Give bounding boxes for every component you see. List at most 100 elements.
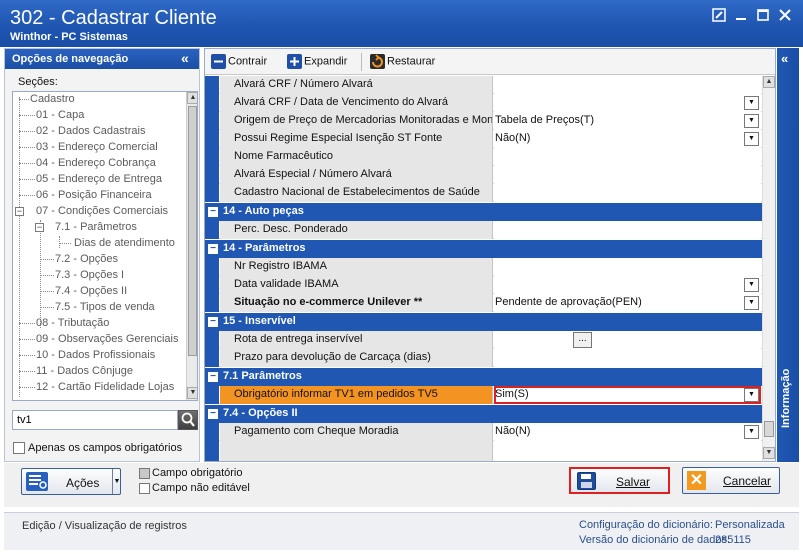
actions-icon: [26, 472, 48, 491]
scroll-down-icon[interactable]: ▼: [187, 387, 197, 399]
tree-item-opcoes[interactable]: 7.2 - Opções: [55, 253, 118, 265]
grid-row[interactable]: Rota de entrega inservível...: [205, 331, 762, 349]
section-search-input[interactable]: [12, 410, 178, 430]
dropdown-arrow-icon[interactable]: ▼: [744, 96, 759, 110]
field-label: Data validade IBAMA: [220, 276, 493, 294]
scroll-up-icon[interactable]: ▲: [187, 92, 197, 104]
group-header-parametros[interactable]: −14 - Parâmetros: [205, 240, 762, 258]
tree-item-tributacao[interactable]: 08 - Tributação: [36, 317, 109, 329]
minimize-icon[interactable]: [733, 8, 749, 24]
sections-tree[interactable]: − − Cadastro 01 - Capa 02 - Dados Cadast…: [12, 91, 198, 401]
scroll-up-icon[interactable]: ▲: [763, 76, 775, 88]
grid-row[interactable]: Alvará CRF / Número Alvará: [205, 76, 762, 94]
navigation-collapse-icon[interactable]: «: [181, 50, 189, 66]
collapse-group-icon[interactable]: −: [208, 317, 218, 327]
grid-row[interactable]: Cadastro Nacional de Estabelecimentos de…: [205, 184, 762, 202]
grid-row[interactable]: Nr Registro IBAMA: [205, 258, 762, 276]
scroll-down-icon[interactable]: ▼: [763, 447, 775, 459]
tree-item-endereco-entrega[interactable]: 05 - Endereço de Entrega: [36, 173, 162, 185]
grid-row[interactable]: Situação no e-commerce Unilever ** Penden…: [205, 294, 762, 312]
tree-item-dados-conjuge[interactable]: 11 - Dados Cônjuge: [36, 365, 133, 377]
tree-item-posicao-financeira[interactable]: 06 - Posição Financeira: [36, 189, 152, 201]
field-value[interactable]: [494, 148, 761, 166]
expand-toggle-icon[interactable]: −: [15, 207, 24, 216]
grid-row[interactable]: Possui Regime Especial Isenção ST Fonte N…: [205, 130, 762, 148]
edit-icon[interactable]: [711, 8, 727, 24]
tree-item-observacoes-gerenciais[interactable]: 09 - Observações Gerenciais: [36, 333, 178, 345]
navigation-header-label: Opções de navegação: [12, 53, 129, 65]
maximize-icon[interactable]: [755, 8, 771, 24]
field-value[interactable]: ▼: [494, 276, 761, 294]
collapse-group-icon[interactable]: −: [208, 207, 218, 217]
grid-row[interactable]: Pagamento com Cheque Moradia Não(N) ▼: [205, 423, 762, 441]
field-value[interactable]: [494, 184, 761, 202]
information-collapse-icon[interactable]: «: [781, 51, 788, 66]
field-value[interactable]: [494, 349, 761, 367]
tree-item-condicoes-comerciais[interactable]: 07 - Condições Comerciais: [36, 205, 168, 217]
chevron-down-icon[interactable]: ▼: [112, 469, 121, 494]
tree-item-opcoes-i[interactable]: 7.3 - Opções I: [55, 269, 124, 281]
dropdown-arrow-icon[interactable]: ▼: [744, 296, 759, 310]
field-label: Rota de entrega inservível: [220, 331, 493, 349]
dropdown-arrow-icon[interactable]: ▼: [744, 425, 759, 439]
grid-row[interactable]: Alvará Especial / Número Alvará: [205, 166, 762, 184]
expand-button[interactable]: Expandir: [287, 54, 347, 70]
grid-row[interactable]: Alvará CRF / Data de Vencimento do Alvar…: [205, 94, 762, 112]
field-value[interactable]: Não(N) ▼: [494, 130, 761, 148]
search-button[interactable]: [178, 410, 198, 430]
grid-scrollbar[interactable]: ▲ ▼: [762, 76, 775, 461]
tree-scroll-thumb[interactable]: [188, 106, 197, 356]
dropdown-arrow-icon[interactable]: ▼: [744, 278, 759, 292]
tree-item-tipos-venda[interactable]: 7.5 - Tipos de venda: [55, 301, 155, 313]
restore-button[interactable]: Restaurar: [370, 54, 435, 70]
tree-item-cadastro[interactable]: Cadastro: [30, 93, 75, 105]
cancel-label: Cancelar: [723, 474, 772, 488]
grid-row[interactable]: Perc. Desc. Ponderado: [205, 221, 762, 239]
field-value[interactable]: Sim(S) ▼: [494, 386, 761, 404]
tree-item-endereco-comercial[interactable]: 03 - Endereço Comercial: [36, 141, 158, 153]
group-header-inservivel[interactable]: −15 - Inservível: [205, 313, 762, 331]
field-value[interactable]: [494, 166, 761, 184]
group-header-auto-pecas[interactable]: −14 - Auto peças: [205, 203, 762, 221]
field-value[interactable]: ...: [494, 331, 761, 349]
collapse-group-icon[interactable]: −: [208, 372, 218, 382]
tree-item-cartao-fidelidade[interactable]: 12 - Cartão Fidelidade Lojas: [36, 381, 174, 393]
collapse-group-icon[interactable]: −: [208, 409, 218, 419]
dropdown-arrow-icon[interactable]: ▼: [744, 114, 759, 128]
tree-item-capa[interactable]: 01 - Capa: [36, 109, 84, 121]
group-header-7-1-parametros[interactable]: −7.1 Parâmetros: [205, 368, 762, 386]
field-value[interactable]: [494, 76, 761, 94]
field-value[interactable]: ▼: [494, 94, 761, 112]
field-value[interactable]: [494, 221, 761, 239]
save-button[interactable]: Salvar: [569, 467, 670, 494]
actions-button[interactable]: Ações ▼: [21, 468, 121, 495]
tree-item-opcoes-ii[interactable]: 7.4 - Opções II: [55, 285, 127, 297]
grid-scroll-thumb[interactable]: [764, 421, 774, 437]
collapse-group-icon[interactable]: −: [208, 244, 218, 254]
tree-item-parametros[interactable]: 7.1 - Parâmetros: [55, 221, 137, 233]
grid-row[interactable]: Prazo para devolução de Carcaça (dias): [205, 349, 762, 367]
information-panel-tab[interactable]: « Informação: [777, 48, 799, 462]
tree-item-dias-atendimento[interactable]: Dias de atendimento: [74, 237, 175, 249]
ellipsis-button[interactable]: ...: [573, 332, 592, 348]
collapse-button[interactable]: Contrair: [211, 54, 267, 70]
close-icon[interactable]: [777, 8, 793, 24]
cancel-button[interactable]: ✕ Cancelar: [682, 467, 780, 494]
grid-row[interactable]: Nome Farmacêutico: [205, 148, 762, 166]
dropdown-arrow-icon[interactable]: ▼: [744, 132, 759, 146]
grid-row-highlighted[interactable]: Obrigatório informar TV1 em pedidos TV5 S…: [205, 386, 762, 404]
group-header-opcoes-ii[interactable]: −7.4 - Opções II: [205, 405, 762, 423]
tree-item-dados-profissionais[interactable]: 10 - Dados Profissionais: [36, 349, 155, 361]
tree-item-dados-cadastrais[interactable]: 02 - Dados Cadastrais: [36, 125, 145, 137]
grid-row[interactable]: Data validade IBAMA ▼: [205, 276, 762, 294]
required-only-checkbox[interactable]: [13, 442, 25, 454]
dropdown-arrow-icon[interactable]: ▼: [744, 388, 759, 402]
field-value[interactable]: [494, 258, 761, 276]
field-value[interactable]: Pendente de aprovação(PEN) ▼: [494, 294, 761, 312]
expand-toggle-icon[interactable]: −: [35, 223, 44, 232]
grid-row[interactable]: Origem de Preço de Mercadorias Monitorad…: [205, 112, 762, 130]
tree-scrollbar[interactable]: ▲ ▼: [186, 92, 197, 400]
tree-item-endereco-cobranca[interactable]: 04 - Endereço Cobrança: [36, 157, 156, 169]
field-value[interactable]: Não(N) ▼: [494, 423, 761, 441]
field-value[interactable]: Tabela de Preços(T) ▼: [494, 112, 761, 130]
